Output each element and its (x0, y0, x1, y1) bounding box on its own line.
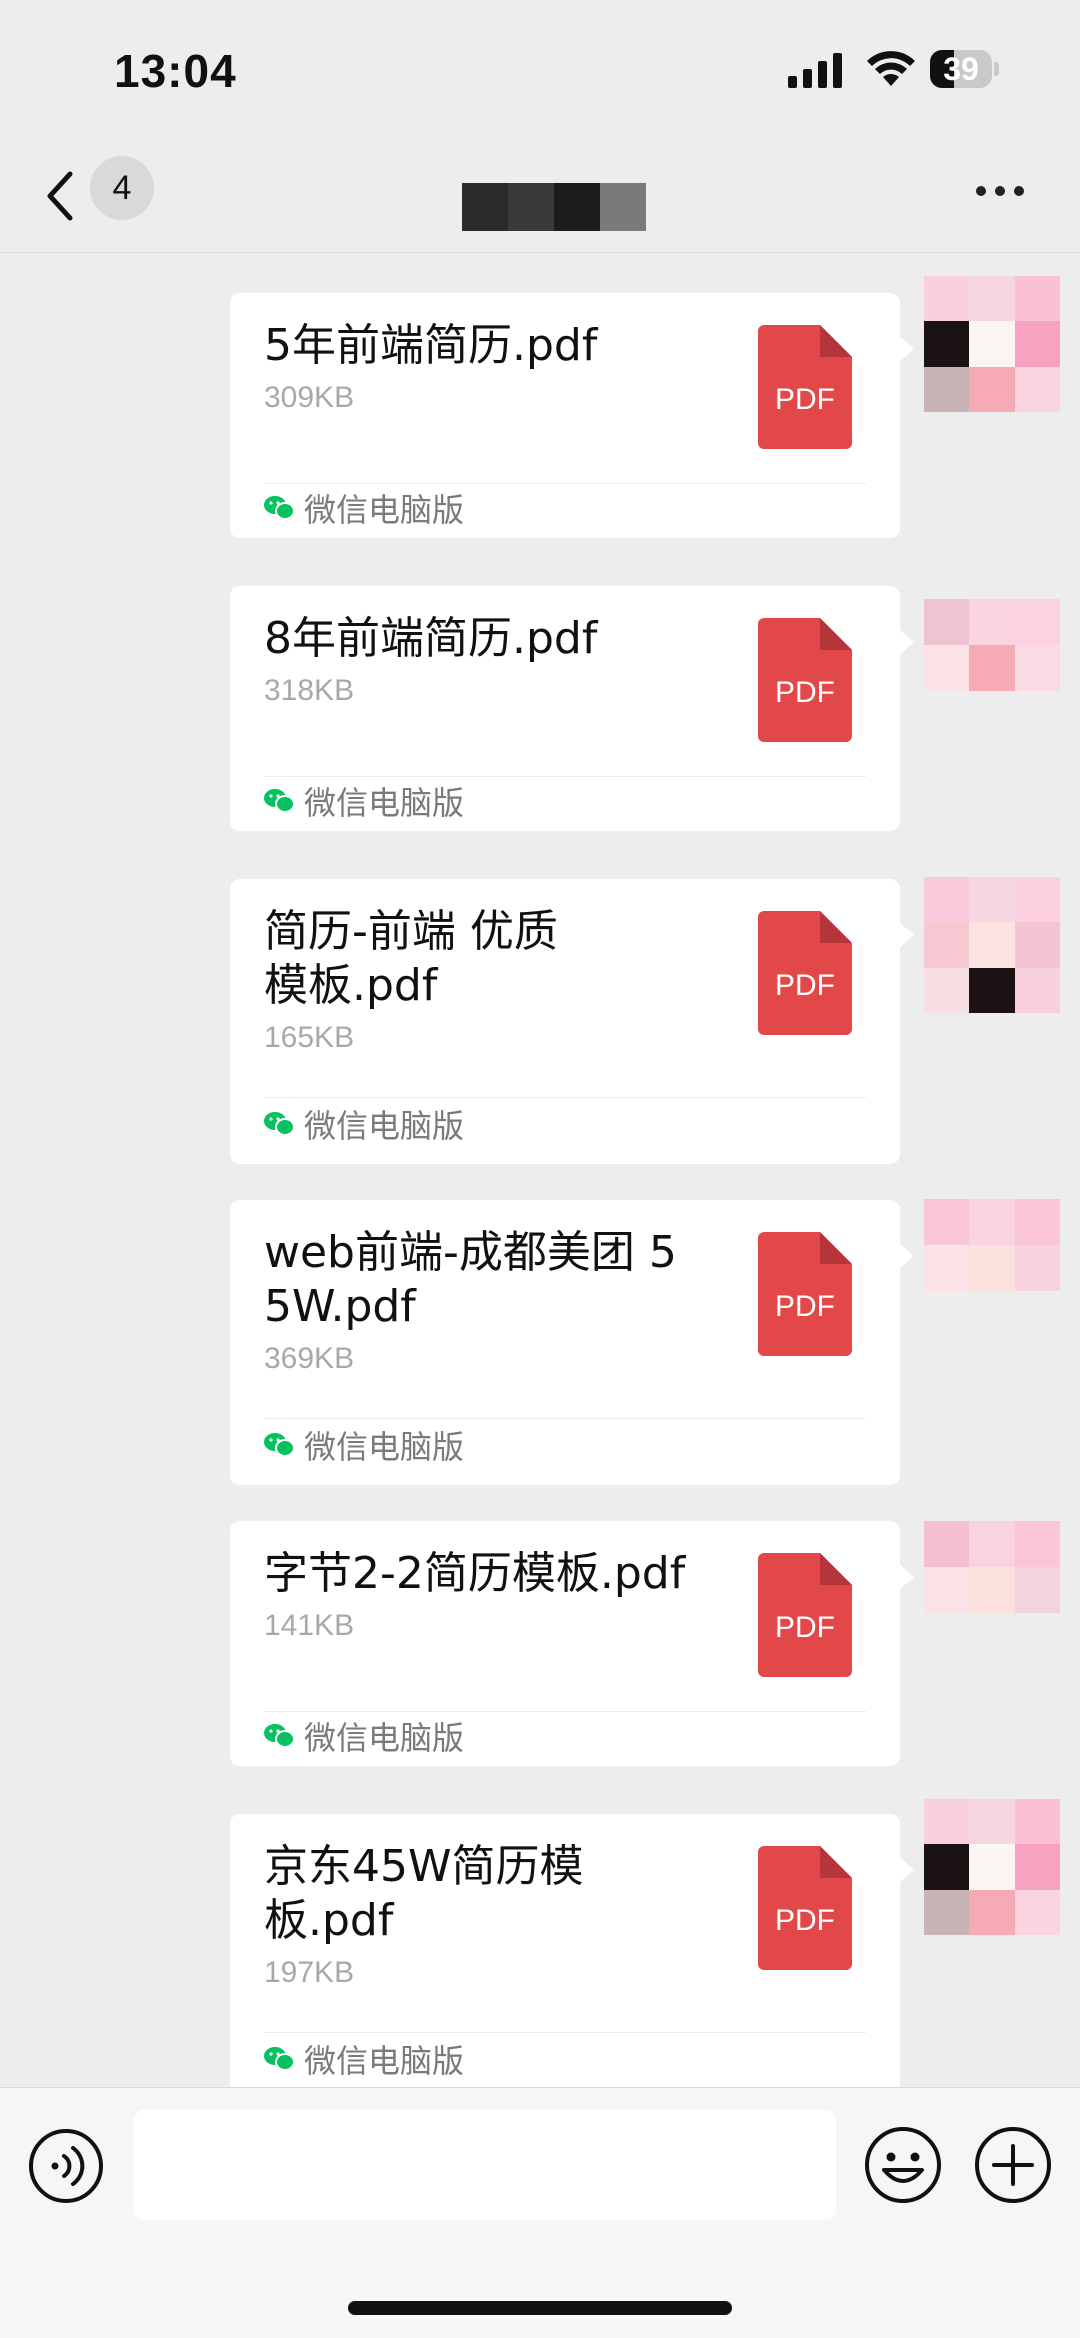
file-message[interactable]: 京东45W简历模板.pdf 197KB PDF 微信电脑版 (230, 1814, 914, 2087)
avatar[interactable] (924, 276, 1060, 412)
message-source: 微信电脑版 (264, 1104, 464, 1145)
voice-input-icon[interactable] (28, 2128, 104, 2204)
svg-text:PDF: PDF (775, 676, 835, 709)
avatar[interactable] (924, 877, 1060, 1013)
wechat-logo-icon (264, 1433, 294, 1457)
avatar[interactable] (924, 599, 1060, 691)
file-message[interactable]: web前端-成都美团 55W.pdf 369KB PDF 微信电脑版 (230, 1200, 914, 1485)
file-name: 字节2-2简历模板.pdf (264, 1548, 686, 1599)
pdf-file-icon: PDF (758, 1553, 852, 1677)
avatar[interactable] (924, 1199, 1060, 1291)
pdf-file-icon: PDF (758, 325, 852, 449)
message-source: 微信电脑版 (264, 2039, 464, 2080)
file-name: 京东45W简历模板.pdf (264, 1841, 584, 1946)
file-message[interactable]: 8年前端简历.pdf 318KB PDF 微信电脑版 (230, 586, 914, 831)
emoji-icon[interactable] (864, 2126, 942, 2204)
file-message[interactable]: 5年前端简历.pdf 309KB PDF 微信电脑版 (230, 293, 914, 538)
file-name: 8年前端简历.pdf (264, 613, 598, 664)
avatar[interactable] (924, 1521, 1060, 1613)
wifi-icon (867, 51, 915, 86)
chat-title-redacted (462, 183, 646, 231)
status-bar: 13:04 39 (0, 0, 1080, 140)
battery-percent: 39 (943, 51, 979, 87)
wechat-logo-icon (264, 1112, 294, 1136)
file-size: 318KB (264, 674, 355, 707)
pdf-file-icon: PDF (758, 618, 852, 742)
file-size: 197KB (264, 1956, 355, 1989)
file-size: 141KB (264, 1609, 355, 1642)
file-name: web前端-成都美团 55W.pdf (264, 1227, 677, 1332)
svg-text:PDF: PDF (775, 1904, 835, 1937)
file-name: 简历-前端 优质模板.pdf (264, 906, 558, 1011)
plus-icon[interactable] (974, 2126, 1052, 2204)
status-time: 13:04 (114, 45, 237, 97)
file-message[interactable]: 简历-前端 优质模板.pdf 165KB PDF 微信电脑版 (230, 879, 914, 1164)
message-source: 微信电脑版 (264, 488, 464, 529)
message-source: 微信电脑版 (264, 781, 464, 822)
more-options-button[interactable] (976, 186, 1024, 196)
wechat-logo-icon (264, 789, 294, 813)
svg-text:PDF: PDF (775, 383, 835, 416)
pdf-file-icon: PDF (758, 1232, 852, 1356)
ellipsis-icon (976, 186, 986, 196)
file-message[interactable]: 字节2-2简历模板.pdf 141KB PDF 微信电脑版 (230, 1521, 914, 1766)
message-source: 微信电脑版 (264, 1425, 464, 1466)
file-size: 369KB (264, 1342, 355, 1375)
pdf-file-icon: PDF (758, 911, 852, 1035)
unread-count-badge[interactable]: 4 (90, 156, 154, 220)
pdf-file-icon: PDF (758, 1846, 852, 1970)
avatar[interactable] (924, 1799, 1060, 1935)
wechat-logo-icon (264, 496, 294, 520)
file-size: 165KB (264, 1021, 355, 1054)
home-indicator[interactable] (348, 2301, 732, 2315)
wechat-logo-icon (264, 1724, 294, 1748)
message-source: 微信电脑版 (264, 1716, 464, 1757)
file-name: 5年前端简历.pdf (264, 320, 598, 371)
message-list[interactable]: 5年前端简历.pdf 309KB PDF 微信电脑版 8年前端简历.pdf 31… (0, 253, 1080, 2087)
file-size: 309KB (264, 381, 355, 414)
input-bar (0, 2087, 1080, 2338)
battery-icon: 39 (930, 50, 1000, 90)
message-input[interactable] (134, 2110, 836, 2220)
cellular-signal-icon (788, 53, 842, 88)
wechat-logo-icon (264, 2047, 294, 2071)
svg-text:PDF: PDF (775, 1611, 835, 1644)
svg-text:PDF: PDF (775, 1290, 835, 1323)
chevron-left-icon[interactable] (40, 168, 80, 224)
svg-text:PDF: PDF (775, 969, 835, 1002)
